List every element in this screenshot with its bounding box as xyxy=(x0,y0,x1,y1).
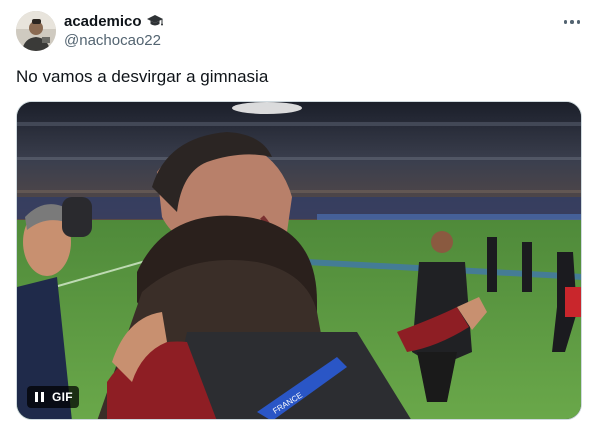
gif-media[interactable]: FRANCE xyxy=(16,101,582,420)
avatar[interactable] xyxy=(16,11,56,51)
more-options-button[interactable] xyxy=(556,12,588,32)
pause-bar xyxy=(35,392,38,402)
avatar-photo-icon xyxy=(16,11,56,51)
name-row: academico xyxy=(64,11,164,31)
dot xyxy=(576,20,581,24)
gif-badge: GIF xyxy=(52,390,73,404)
user-handle[interactable]: @nachocao22 xyxy=(64,32,161,49)
dot xyxy=(563,20,568,24)
display-name[interactable]: academico xyxy=(64,13,142,30)
tweet-text: No vamos a desvirgar a gimnasia xyxy=(16,67,269,86)
tweet: academico @nachocao22 No vamos a desvirg… xyxy=(0,0,598,438)
graduation-cap-icon xyxy=(146,12,164,30)
pause-icon[interactable] xyxy=(33,392,46,402)
dot xyxy=(570,20,574,24)
gif-controls: GIF xyxy=(27,386,79,408)
gif-frame-image: FRANCE xyxy=(17,102,581,419)
pause-bar xyxy=(41,392,44,402)
